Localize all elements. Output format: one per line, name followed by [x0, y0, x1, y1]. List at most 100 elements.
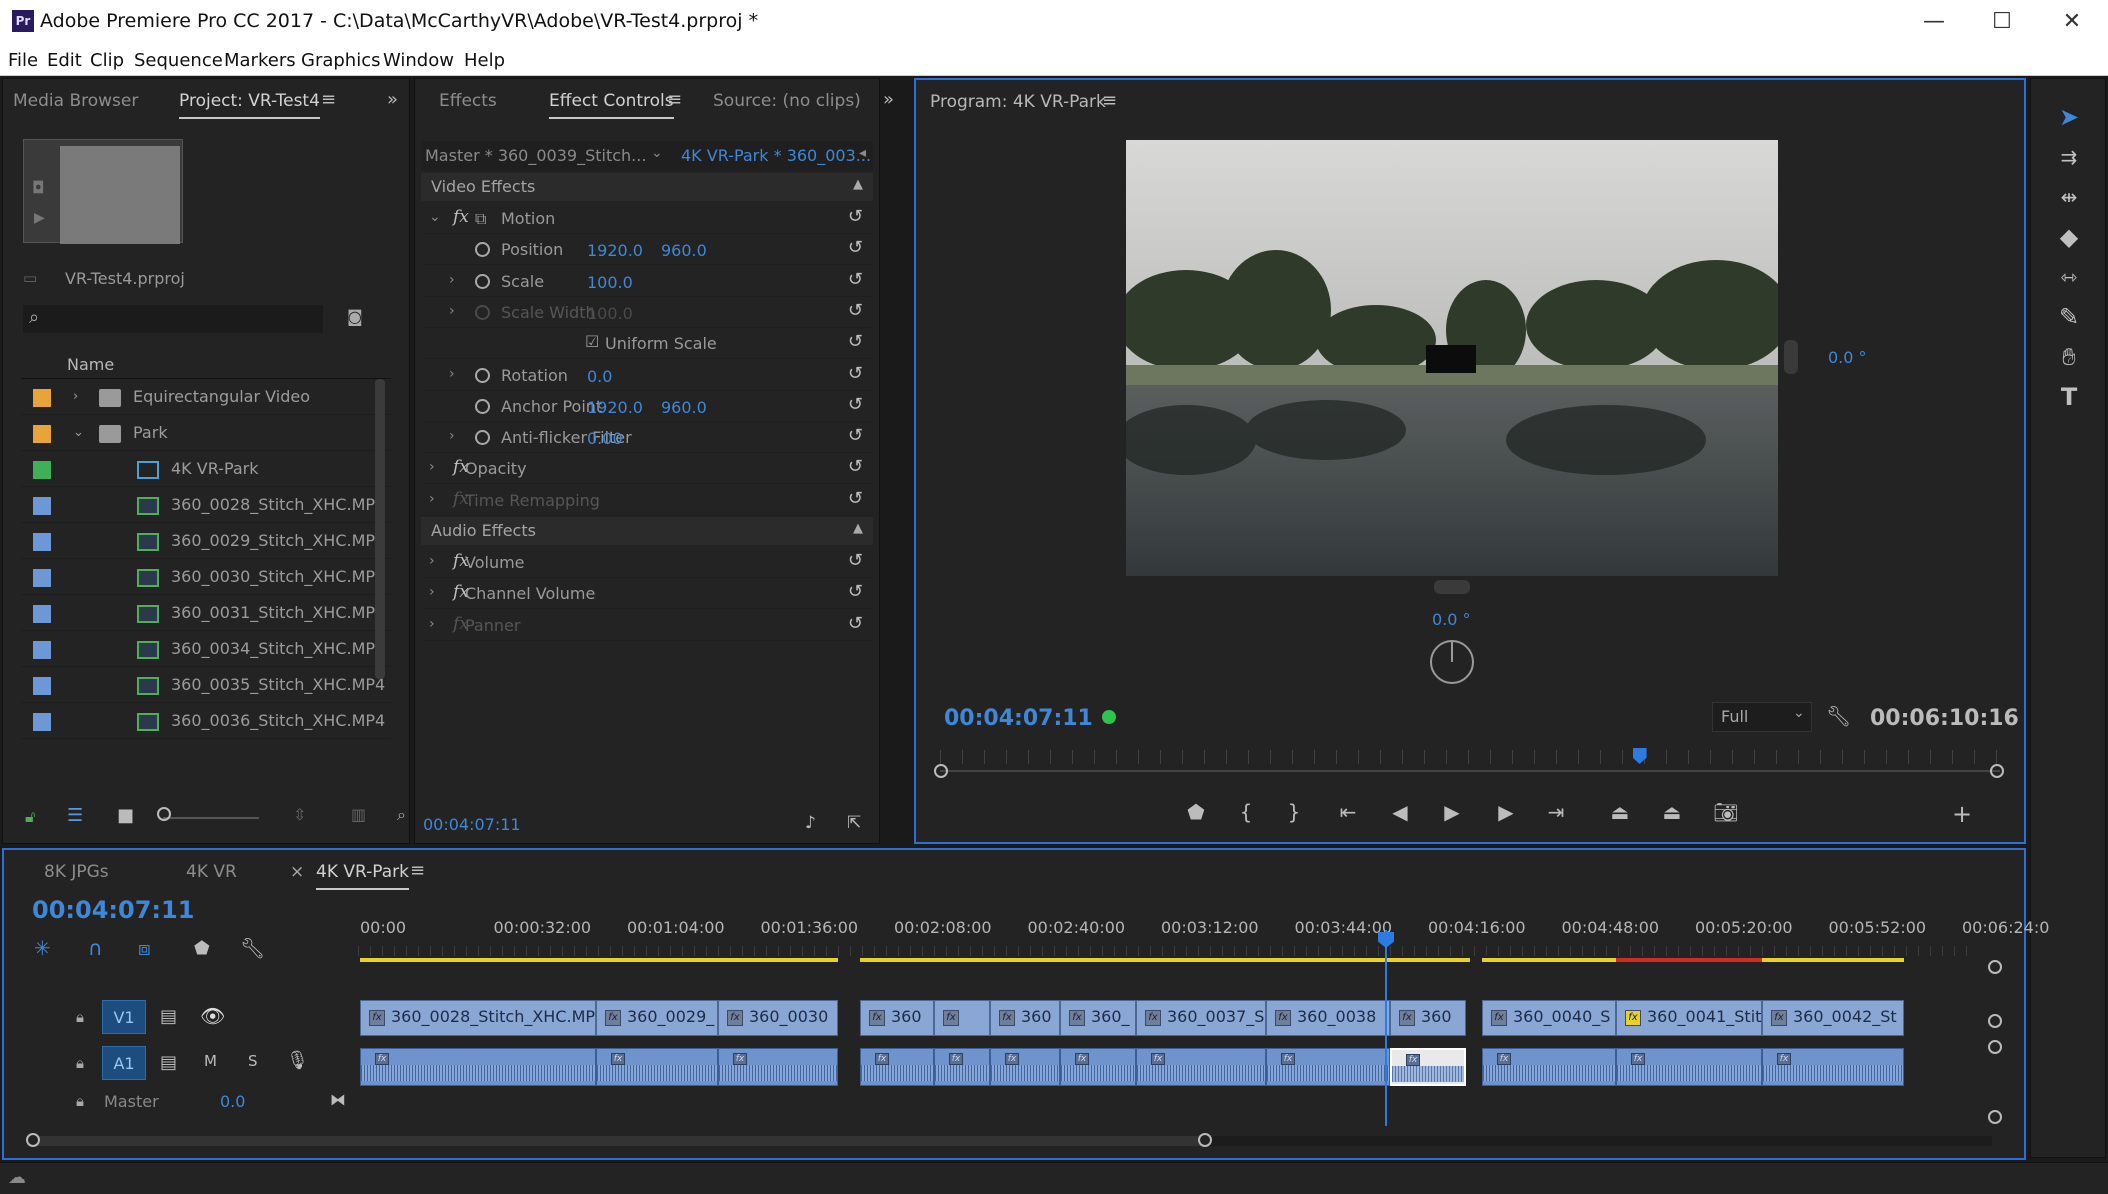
menu-markers[interactable]: Markers [224, 50, 296, 71]
mark-out-icon[interactable]: } [1276, 800, 1312, 824]
zoom-slider[interactable] [163, 817, 259, 819]
chevron-right-icon[interactable]: › [429, 616, 435, 632]
expand-panels-icon[interactable]: » [387, 89, 398, 110]
video-clip[interactable]: fx 360_0029_ [596, 1000, 718, 1036]
transform-icon[interactable]: ⧉ [475, 209, 486, 229]
sequence-clip-label[interactable]: 4K VR-Park * 360_003... [681, 146, 871, 165]
effect-value[interactable]: 1920.0 [587, 241, 643, 260]
step-back-icon[interactable]: ◀ [1382, 800, 1418, 824]
effect-row-scale[interactable]: › Scale 100.0 ↺ [421, 266, 873, 297]
lock-icon[interactable]: 🔓︎ [25, 807, 35, 827]
audio-clip[interactable]: fx [718, 1048, 838, 1086]
menu-clip[interactable]: Clip [90, 50, 124, 71]
effect-value[interactable]: 0.00 [587, 429, 623, 448]
linked-selection-icon[interactable]: ⧈ [138, 936, 151, 960]
audio-effects-header[interactable]: Audio Effects ▲ [421, 517, 873, 545]
chevron-right-icon[interactable]: › [73, 389, 78, 404]
video-clip[interactable]: fx 360_0037_S [1136, 1000, 1266, 1036]
filter-icon[interactable]: ♪ [805, 813, 816, 833]
effect-value[interactable]: 100.0 [587, 273, 633, 292]
audio-clip[interactable]: fx [596, 1048, 718, 1086]
find-icon[interactable]: ⌕ [397, 805, 406, 825]
audio-clip[interactable]: fx [1136, 1048, 1266, 1086]
tab-source[interactable]: Source: (no clips) [713, 91, 861, 111]
lock-track-icon[interactable]: 🔒︎ [76, 1008, 84, 1026]
extract-icon[interactable]: ⏏ [1654, 800, 1690, 824]
tab-4k-vr-park[interactable]: 4K VR-Park [316, 862, 409, 890]
tab-project[interactable]: Project: VR-Test4 [179, 91, 320, 119]
slip-tool-icon[interactable]: ⇿ [2053, 261, 2085, 293]
effect-row-scale-width[interactable]: › Scale Width 100.0 ↺ [421, 297, 873, 328]
stopwatch-icon[interactable] [475, 430, 490, 446]
tab-effect-controls[interactable]: Effect Controls [549, 91, 674, 119]
fx-badge-icon[interactable]: fx [1777, 1053, 1791, 1065]
voice-over-record-icon[interactable]: 🎙︎ [286, 1050, 309, 1071]
fx-badge-icon[interactable]: fx [869, 1009, 885, 1026]
audio-clip[interactable]: fx [1762, 1048, 1904, 1086]
fx-badge-icon[interactable]: fx [1005, 1053, 1019, 1065]
chevron-down-icon[interactable]: ⌄ [73, 425, 84, 440]
v1-track-target[interactable]: V1 [102, 1000, 146, 1034]
tab-8k-jpgs[interactable]: 8K JPGs [44, 862, 109, 882]
video-clip[interactable]: fx 360 [990, 1000, 1060, 1036]
audio-clip[interactable]: fx [990, 1048, 1060, 1086]
add-marker-icon[interactable]: ⬟ [194, 938, 210, 959]
step-forward-icon[interactable]: ▶ [1488, 800, 1524, 824]
effect-row-anchor-point[interactable]: Anchor Point 1920.0 960.0 ↺ [421, 391, 873, 422]
fx-badge-icon[interactable]: fx [943, 1009, 959, 1026]
timeline-timecode[interactable]: 00:04:07:11 [32, 896, 194, 924]
go-to-in-icon[interactable]: ⇤ [1330, 800, 1366, 824]
project-item[interactable]: 4K VR-Park [21, 451, 391, 487]
effect-value[interactable]: 1920.0 [587, 398, 643, 417]
creative-cloud-icon[interactable]: ☁︎ [8, 1167, 26, 1188]
mark-in-icon[interactable]: { [1228, 800, 1264, 824]
label-color-swatch[interactable] [33, 677, 51, 695]
new-search-bin-icon[interactable]: ◙ [347, 307, 363, 326]
add-marker-icon[interactable]: ⬟ [1178, 800, 1214, 824]
reset-icon[interactable]: ↺ [848, 425, 863, 446]
fx-badge-icon[interactable]: fx [453, 207, 469, 227]
video-clip[interactable]: fx [934, 1000, 990, 1036]
label-color-swatch[interactable] [33, 389, 51, 407]
effect-row-position[interactable]: Position 1920.0 960.0 ↺ [421, 234, 873, 266]
reset-icon[interactable]: ↺ [848, 237, 863, 258]
effect-row-opacity[interactable]: › fx Opacity ↺ [421, 453, 873, 485]
vertical-scroll-handle[interactable] [1988, 1110, 2002, 1124]
audio-clip[interactable]: fx [1616, 1048, 1762, 1086]
effect-controls-timecode[interactable]: 00:04:07:11 [423, 815, 521, 834]
project-scrollbar[interactable] [375, 379, 385, 679]
reset-icon[interactable]: ↺ [848, 550, 863, 571]
effect-row-anti-flicker-filter[interactable]: › Anti-flicker Filter 0.00 ↺ [421, 422, 873, 454]
effect-row-panner[interactable]: › fx Panner ↺ [421, 610, 873, 641]
horizontal-scrollbar[interactable] [32, 1136, 1992, 1146]
fx-badge-icon[interactable]: fx [1281, 1053, 1295, 1065]
chevron-right-icon[interactable]: › [449, 428, 455, 444]
razor-tool-icon[interactable]: ◆ [2053, 221, 2085, 253]
program-time-ruler[interactable] [940, 750, 2000, 764]
project-item[interactable]: 360_0035_Stitch_XHC.MP4 [21, 667, 391, 703]
label-color-swatch[interactable] [33, 497, 51, 515]
selection-tool-icon[interactable]: ➤ [2053, 101, 2085, 133]
chevron-right-icon[interactable]: › [449, 303, 455, 319]
wrench-icon[interactable]: 🔧︎ [1826, 704, 1851, 728]
mute-track-button[interactable]: M [204, 1052, 217, 1070]
reset-icon[interactable]: ↺ [848, 269, 863, 290]
reset-icon[interactable]: ↺ [848, 331, 863, 352]
label-color-swatch[interactable] [33, 425, 51, 443]
fx-badge-icon[interactable]: fx [1075, 1053, 1089, 1065]
fx-badge-icon[interactable]: fx [1497, 1053, 1511, 1065]
chevron-right-icon[interactable]: › [429, 459, 435, 475]
effect-row-uniform-scale[interactable]: ☑ Uniform Scale ↺ [421, 328, 873, 360]
collapse-icon[interactable]: ▲ [853, 521, 863, 536]
fx-badge-icon[interactable]: fx [733, 1053, 747, 1065]
fx-badge-icon[interactable]: fx [1631, 1053, 1645, 1065]
solo-track-button[interactable]: S [248, 1052, 258, 1070]
fx-badge-icon[interactable]: fx [1771, 1009, 1787, 1026]
effect-row-channel-volume[interactable]: › fx Channel Volume ↺ [421, 578, 873, 610]
export-icon[interactable]: ⇱ [847, 813, 861, 833]
type-tool-icon[interactable]: T [2053, 381, 2085, 413]
ripple-edit-tool-icon[interactable]: ⇹ [2053, 181, 2085, 213]
fx-badge-icon[interactable]: fx [1399, 1009, 1415, 1026]
fx-badge-icon[interactable]: fx [727, 1009, 743, 1026]
fx-badge-icon[interactable]: fx [1275, 1009, 1291, 1026]
